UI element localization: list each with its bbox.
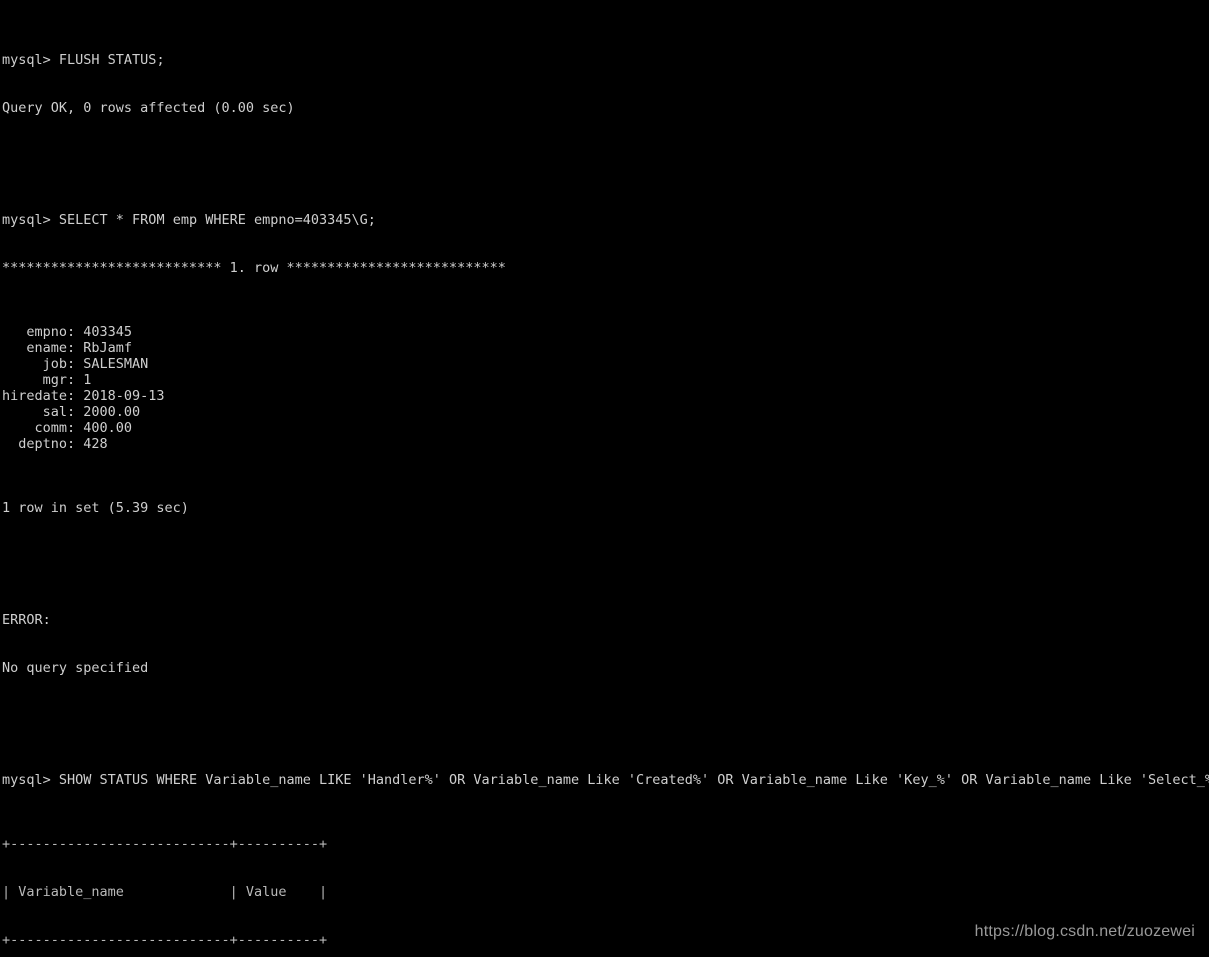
row-banner: *************************** 1. row *****… [2,260,506,276]
record-footer: 1 row in set (5.39 sec) [2,500,189,516]
record-field-label: sal: [2,404,84,420]
command-line-show-status: mysql> SHOW STATUS WHERE Variable_name L… [2,772,1209,788]
record-field: hiredate: 2018-09-13 [2,388,1209,404]
terminal-output[interactable]: mysql> FLUSH STATUS; Query OK, 0 rows af… [0,0,1209,957]
record-field-label: hiredate: [2,388,84,404]
record-field: empno: 403345 [2,324,1209,340]
error-label: ERROR: [2,612,51,628]
record-field: mgr: 1 [2,372,1209,388]
record-field-list: empno: 403345 ename: RbJamf job: SALESMA… [2,324,1209,452]
command-line-select-emp: mysql> SELECT * FROM emp WHERE empno=403… [2,212,1209,228]
record-field-value: 1 [83,372,92,388]
record-field-label: empno: [2,324,84,340]
flush-status-result: Query OK, 0 rows affected (0.00 sec) [2,100,295,116]
record-field: deptno: 428 [2,436,1209,452]
error-message: No query specified [2,660,149,676]
table-header-row-text: | Variable_name | Value | [2,884,328,900]
command-text-select-emp: SELECT * FROM emp WHERE empno=403345\G; [58,212,376,228]
watermark-url: https://blog.csdn.net/zuozewei [974,923,1195,940]
command-text-show-status: SHOW STATUS WHERE Variable_name LIKE 'Ha… [58,772,1209,788]
record-field-value: 400.00 [83,420,133,436]
prompt-label: mysql> [2,52,59,68]
command-text-flush-status: FLUSH STATUS; [58,52,165,68]
record-field-value: 403345 [83,324,133,340]
record-field-label: ename: [2,340,84,356]
record-field: job: SALESMAN [2,356,1209,372]
record-field: ename: RbJamf [2,340,1209,356]
table-header-row: | Variable_name | Value | [2,884,1209,900]
record-field-label: mgr: [2,372,84,388]
record-field-label: deptno: [2,436,84,452]
record-field-value: SALESMAN [83,356,149,372]
table-border-top: +---------------------------+----------+ [2,836,328,852]
command-line-flush-status: mysql> FLUSH STATUS; [2,52,1209,68]
prompt-label: mysql> [2,772,59,788]
record-field-value: 428 [83,436,108,452]
record-field-label: job: [2,356,84,372]
record-field-label: comm: [2,420,84,436]
record-field: sal: 2000.00 [2,404,1209,420]
prompt-label: mysql> [2,212,59,228]
record-field-value: RbJamf [83,340,133,356]
record-field-value: 2000.00 [83,404,141,420]
record-field: comm: 400.00 [2,420,1209,436]
record-field-value: 2018-09-13 [83,388,165,404]
